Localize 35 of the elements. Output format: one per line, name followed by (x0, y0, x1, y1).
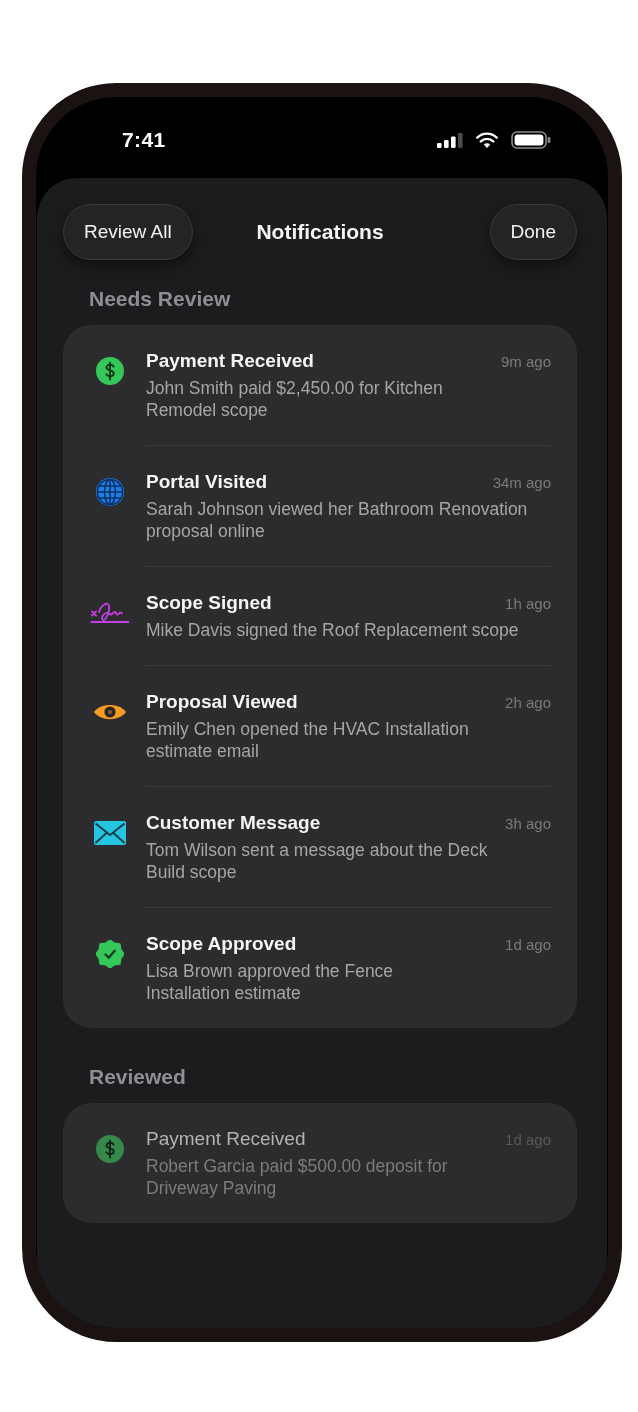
notification-message: Robert Garcia paid $500.00 deposit for Driveway Paving (146, 1155, 449, 1199)
notification-title: Customer Message (146, 811, 321, 835)
notification-message: Lisa Brown approved the Fence Installation estimate (146, 960, 395, 1004)
review-all-button[interactable]: Review All (63, 204, 193, 260)
battery-icon (511, 131, 551, 149)
notification-message: John Smith paid $2,450.00 for Kitchen Remodel scope (146, 377, 444, 421)
signal-icon (437, 132, 463, 148)
dollar-icon (96, 357, 124, 385)
verified-badge-icon (96, 940, 124, 968)
notification-title: Proposal Viewed (146, 690, 298, 714)
timestamp: 1h ago (505, 594, 551, 614)
notification-message: Sarah Johnson viewed her Bathroom Renovation proposal online (146, 498, 529, 542)
envelope-icon (94, 821, 126, 845)
section-heading: Reviewed (88, 1064, 187, 1090)
notification-message: Emily Chen opened the HVAC Installation estimate email (146, 718, 470, 762)
timestamp: 2h ago (505, 693, 551, 713)
notification-title: Scope Signed (146, 591, 272, 615)
sheet-title: Notifications (256, 220, 384, 244)
notification-title: Payment Received (146, 349, 314, 373)
notification-title: Portal Visited (146, 470, 268, 494)
timestamp: 3h ago (505, 814, 551, 834)
notification-title: Payment Received (146, 1127, 306, 1151)
notification-message: Mike Davis signed the Roof Replacement scope (146, 619, 520, 641)
dollar-icon (96, 1135, 124, 1163)
section-heading: Needs Review (88, 286, 232, 312)
timestamp: 9m ago (500, 352, 551, 372)
done-button[interactable]: Done (489, 204, 577, 260)
timestamp: 34m ago (492, 473, 551, 493)
timestamp: 1d ago (505, 935, 551, 955)
globe-icon (96, 478, 124, 506)
notification-title: Scope Approved (146, 932, 297, 956)
notification-message: Tom Wilson sent a message about the Deck Build scope (146, 839, 489, 883)
wifi-icon (476, 132, 498, 148)
status-time: 7:41 (122, 128, 166, 152)
signature-icon (90, 600, 130, 626)
